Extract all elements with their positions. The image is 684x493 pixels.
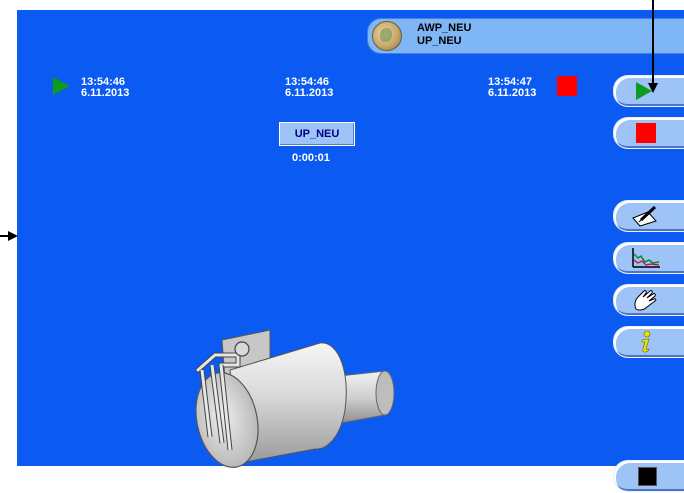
annotation-arrow-head-left-icon bbox=[8, 231, 18, 241]
welding-machine-illustration bbox=[195, 329, 395, 468]
edit-button[interactable] bbox=[613, 200, 684, 232]
hand-icon bbox=[634, 290, 657, 311]
stop-button[interactable] bbox=[613, 117, 684, 149]
app-screen: AWP_NEU UP_NEU 13:54:46 6.11.2013 13:54:… bbox=[0, 0, 684, 493]
annotation-arrow-line bbox=[652, 0, 654, 84]
info-button[interactable] bbox=[613, 326, 684, 358]
program-name: UP_NEU bbox=[417, 35, 462, 47]
globe-avatar-icon bbox=[372, 21, 402, 51]
end-stop-icon bbox=[557, 76, 577, 96]
end-timestamp: 13:54:47 6.11.2013 bbox=[488, 77, 536, 99]
exit-button[interactable] bbox=[613, 460, 684, 492]
end-date: 6.11.2013 bbox=[488, 87, 537, 99]
start-play-icon bbox=[53, 77, 70, 95]
info-icon bbox=[641, 330, 651, 353]
black-square-icon bbox=[638, 467, 657, 486]
header-bar bbox=[367, 18, 684, 54]
step-date: 6.11.2013 bbox=[285, 87, 334, 99]
elapsed-time: 0:00:01 bbox=[292, 152, 330, 164]
project-name: AWP_NEU bbox=[417, 22, 472, 34]
annotation-arrow-head-icon bbox=[648, 83, 658, 93]
start-date: 6.11.2013 bbox=[81, 87, 130, 99]
manual-button[interactable] bbox=[613, 284, 684, 316]
chart-button[interactable] bbox=[613, 242, 684, 274]
step-name-button[interactable]: UP_NEU bbox=[279, 122, 355, 146]
start-timestamp: 13:54:46 6.11.2013 bbox=[81, 77, 129, 99]
pen-paper-icon bbox=[632, 205, 657, 227]
stop-icon bbox=[636, 123, 656, 143]
step-timestamp: 13:54:46 6.11.2013 bbox=[285, 77, 333, 99]
chart-curve-icon bbox=[632, 248, 660, 268]
